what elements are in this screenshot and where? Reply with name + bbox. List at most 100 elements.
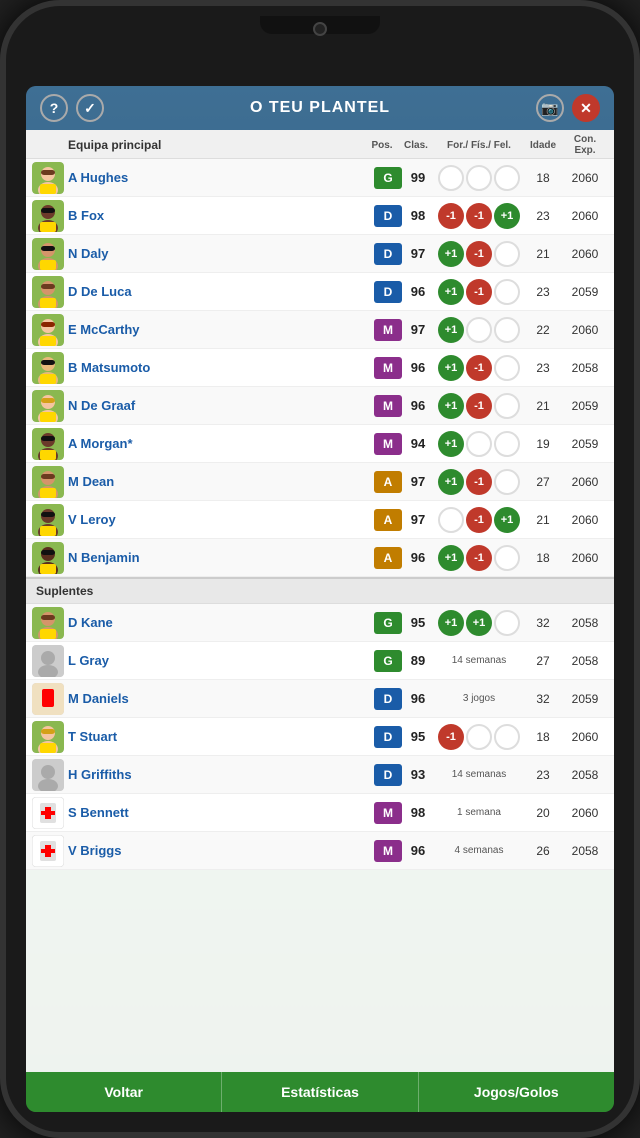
player-row[interactable]: S Bennett M 98 1 semana 20 2060 [26,794,614,832]
stat-empty [494,469,520,495]
player-rating: 96 [402,550,434,565]
player-age: 23 [524,285,562,299]
player-position: M [374,802,402,824]
player-position: A [374,471,402,493]
player-rating: 98 [402,805,434,820]
player-age: 21 [524,399,562,413]
player-position: D [374,205,402,227]
player-stats: +1-1 [434,469,524,495]
player-name: H Griffiths [68,767,374,782]
stat-empty [494,610,520,636]
avatar [32,645,64,677]
player-exp: 2060 [562,323,608,337]
player-stats: -1+1 [434,507,524,533]
player-rating: 96 [402,284,434,299]
stat-empty [494,241,520,267]
player-rating: 98 [402,208,434,223]
stat-negative: -1 [438,724,464,750]
player-name: M Daniels [68,691,374,706]
player-exp: 2058 [562,768,608,782]
avatar [32,721,64,753]
player-stats: +1+1 [434,610,524,636]
stats-text: 4 semanas [434,845,524,856]
close-button[interactable]: ✕ [572,94,600,122]
player-position: M [374,395,402,417]
player-rating: 97 [402,512,434,527]
player-rating: 96 [402,398,434,413]
player-row[interactable]: A Morgan* M 94 +1 19 2059 [26,425,614,463]
avatar [32,504,64,536]
stat-empty [494,165,520,191]
player-position: D [374,281,402,303]
player-rating: 96 [402,360,434,375]
col-exp-header: Con. Exp. [562,134,608,156]
avatar [32,466,64,498]
section-main-label: Equipa principal [32,138,366,152]
player-name: N Daly [68,246,374,261]
back-button[interactable]: Voltar [26,1072,222,1112]
player-age: 21 [524,513,562,527]
player-age: 27 [524,475,562,489]
avatar [32,390,64,422]
player-row[interactable]: V Leroy A 97 -1+1 21 2060 [26,501,614,539]
stats-text: 14 semanas [434,655,524,666]
stat-positive: +1 [438,469,464,495]
col-age-header: Idade [524,140,562,151]
stat-empty [494,724,520,750]
player-row[interactable]: N Benjamin A 96 +1-1 18 2060 [26,539,614,577]
player-exp: 2058 [562,616,608,630]
player-row[interactable]: D De Luca D 96 +1-1 23 2059 [26,273,614,311]
player-stats: +1-1 [434,355,524,381]
player-name: A Morgan* [68,436,374,451]
player-age: 20 [524,806,562,820]
stat-negative: -1 [466,507,492,533]
player-name: M Dean [68,474,374,489]
player-age: 21 [524,247,562,261]
player-stats: +1-1 [434,241,524,267]
player-age: 18 [524,171,562,185]
player-row[interactable]: V Briggs M 96 4 semanas 26 2058 [26,832,614,870]
player-row[interactable]: B Fox D 98 -1-1+1 23 2060 [26,197,614,235]
confirm-button[interactable]: ✓ [76,94,104,122]
player-name: L Gray [68,653,374,668]
player-row[interactable]: N De Graaf M 96 +1-1 21 2059 [26,387,614,425]
player-position: A [374,547,402,569]
player-exp: 2060 [562,551,608,565]
stat-positive: +1 [494,203,520,229]
player-rating: 99 [402,170,434,185]
player-row[interactable]: E McCarthy M 97 +1 22 2060 [26,311,614,349]
bottom-nav: Voltar Estatísticas Jogos/Golos [26,1072,614,1112]
player-row[interactable]: D Kane G 95 +1+1 32 2058 [26,604,614,642]
player-name: N Benjamin [68,550,374,565]
player-age: 18 [524,730,562,744]
player-row[interactable]: H Griffiths D 93 14 semanas 23 2058 [26,756,614,794]
player-stats: +1-1 [434,279,524,305]
goals-button[interactable]: Jogos/Golos [419,1072,614,1112]
player-name: T Stuart [68,729,374,744]
camera-button[interactable]: 📷 [536,94,564,122]
avatar [32,162,64,194]
player-age: 18 [524,551,562,565]
stat-negative: -1 [466,545,492,571]
player-row[interactable]: M Daniels D 96 3 jogos 32 2059 [26,680,614,718]
player-row[interactable]: N Daly D 97 +1-1 21 2060 [26,235,614,273]
player-row[interactable]: T Stuart D 95 -1 18 2060 [26,718,614,756]
player-row[interactable]: L Gray G 89 14 semanas 27 2058 [26,642,614,680]
player-row[interactable]: M Dean A 97 +1-1 27 2060 [26,463,614,501]
player-age: 23 [524,768,562,782]
player-rating: 95 [402,729,434,744]
player-row[interactable]: B Matsumoto M 96 +1-1 23 2058 [26,349,614,387]
player-position: G [374,650,402,672]
player-stats: +1-1 [434,545,524,571]
player-exp: 2060 [562,513,608,527]
player-row[interactable]: A Hughes G 99 18 2060 [26,159,614,197]
stats-button[interactable]: Estatísticas [222,1072,418,1112]
player-position: M [374,357,402,379]
player-exp: 2059 [562,285,608,299]
player-position: D [374,688,402,710]
player-name: N De Graaf [68,398,374,413]
help-button[interactable]: ? [40,94,68,122]
player-age: 32 [524,692,562,706]
stats-text: 14 semanas [434,769,524,780]
main-team-list: A Hughes G 99 18 2060 B Fox D 98 -1-1+1 … [26,159,614,577]
